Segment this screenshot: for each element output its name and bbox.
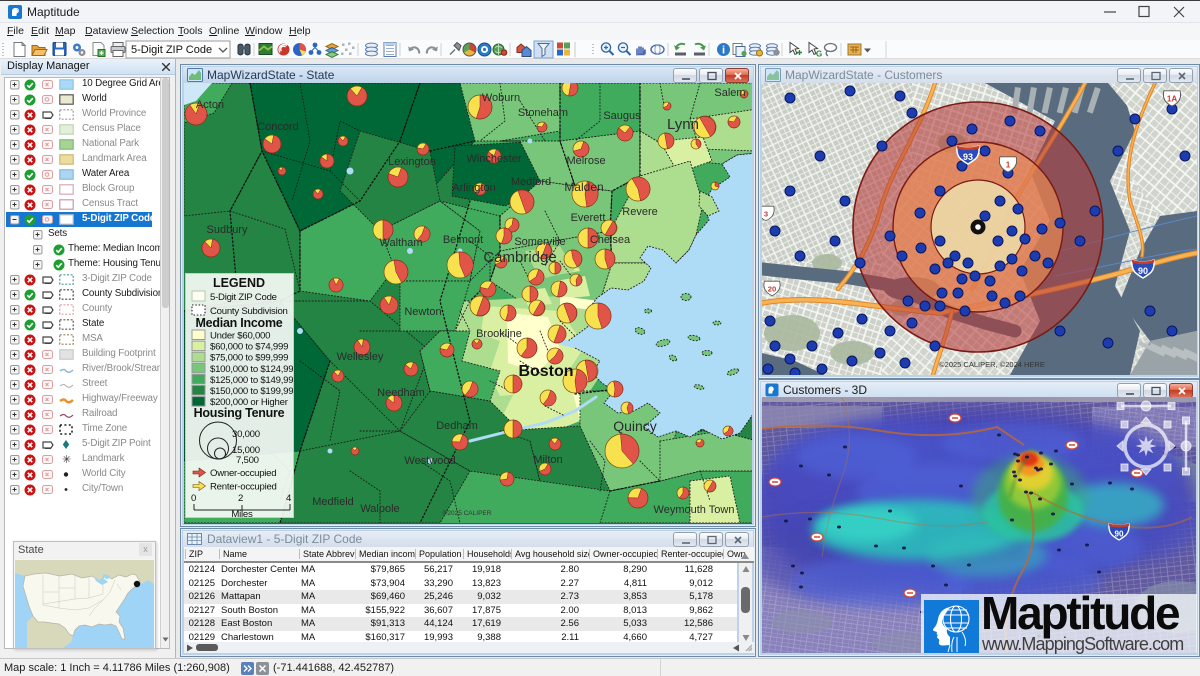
svg-text:Dedham: Dedham — [436, 420, 478, 432]
svg-text:90: 90 — [1138, 266, 1148, 276]
svg-text:93: 93 — [963, 152, 973, 162]
svg-text:Acton: Acton — [196, 99, 224, 111]
svg-text:Malden: Malden — [564, 180, 603, 194]
svg-text:7,500: 7,500 — [236, 455, 259, 466]
svg-text:Weymouth Town: Weymouth Town — [654, 504, 735, 516]
svg-text:Salem: Salem — [714, 87, 745, 99]
svg-text:Winchester: Winchester — [466, 153, 521, 165]
svg-text:Cambridge: Cambridge — [483, 249, 556, 266]
svg-text:0: 0 — [191, 493, 196, 504]
svg-text:90: 90 — [1114, 529, 1124, 538]
svg-text:$150,000 to $199,999: $150,000 to $199,999 — [210, 386, 293, 397]
svg-text:Lexington: Lexington — [388, 156, 436, 168]
svg-text:Brookline: Brookline — [476, 328, 522, 340]
svg-text:Wellesley: Wellesley — [337, 351, 384, 363]
svg-text:Miles: Miles — [231, 509, 253, 517]
svg-text:Revere: Revere — [622, 206, 657, 218]
svg-text:i: i — [722, 45, 725, 57]
svg-text:2: 2 — [238, 493, 243, 504]
svg-text:Stoneham: Stoneham — [518, 107, 568, 119]
svg-text:Owner-occupied: Owner-occupied — [210, 468, 276, 479]
svg-text:Melrose: Melrose — [566, 155, 605, 167]
svg-text:Woburn: Woburn — [482, 92, 520, 104]
svg-text:$75,000 to $99,999: $75,000 to $99,999 — [210, 353, 288, 364]
svg-text:4: 4 — [286, 493, 292, 504]
svg-text:Chelsea: Chelsea — [590, 234, 631, 246]
svg-text:©2025 CALIPER: ©2025 CALIPER — [443, 509, 492, 517]
svg-text:G: G — [816, 50, 822, 59]
svg-text:©2025 CALIPER, ©2024 HERE: ©2025 CALIPER, ©2024 HERE — [939, 360, 1045, 369]
svg-text:$125,000 to $149,999: $125,000 to $149,999 — [210, 375, 293, 386]
svg-text:Boston: Boston — [518, 363, 573, 380]
svg-text:Sudbury: Sudbury — [207, 224, 248, 236]
svg-text:Waltham: Waltham — [380, 237, 423, 249]
svg-text:LEGEND: LEGEND — [213, 276, 265, 290]
svg-text:5-Digit ZIP Code: 5-Digit ZIP Code — [131, 44, 212, 56]
svg-text:Medford: Medford — [511, 176, 551, 188]
svg-text:30,000: 30,000 — [232, 429, 260, 440]
svg-text:20: 20 — [768, 284, 777, 293]
svg-text:1: 1 — [1006, 161, 1011, 170]
svg-text:Medfield: Medfield — [312, 496, 354, 508]
svg-text:Belmont: Belmont — [443, 234, 483, 246]
svg-text:Somerville: Somerville — [514, 236, 565, 248]
svg-text:Needham: Needham — [377, 387, 425, 399]
svg-text:Housing Tenure: Housing Tenure — [194, 406, 285, 420]
svg-text:Renter-occupied: Renter-occupied — [210, 482, 277, 493]
svg-text:1A: 1A — [1167, 95, 1178, 104]
svg-text:5-Digit ZIP Code: 5-Digit ZIP Code — [210, 292, 277, 303]
svg-text:Under $60,000: Under $60,000 — [210, 331, 270, 342]
svg-text:Quincy: Quincy — [613, 418, 657, 434]
svg-text:Arlington: Arlington — [452, 182, 495, 194]
svg-text:Median Income: Median Income — [195, 316, 282, 330]
svg-text:Milton: Milton — [533, 454, 562, 466]
svg-text:Newton: Newton — [404, 306, 441, 318]
svg-text:Saugus: Saugus — [603, 110, 641, 122]
svg-text:3: 3 — [764, 209, 768, 218]
svg-text:$60,000 to $74,999: $60,000 to $74,999 — [210, 342, 288, 353]
svg-text:Walpole: Walpole — [360, 503, 399, 515]
svg-text:$100,000 to $124,999: $100,000 to $124,999 — [210, 364, 293, 375]
svg-text:Concord: Concord — [257, 121, 299, 133]
svg-text:Everett: Everett — [571, 212, 606, 224]
svg-text:Lynn: Lynn — [667, 116, 699, 133]
svg-text:Westwood: Westwood — [404, 455, 455, 467]
